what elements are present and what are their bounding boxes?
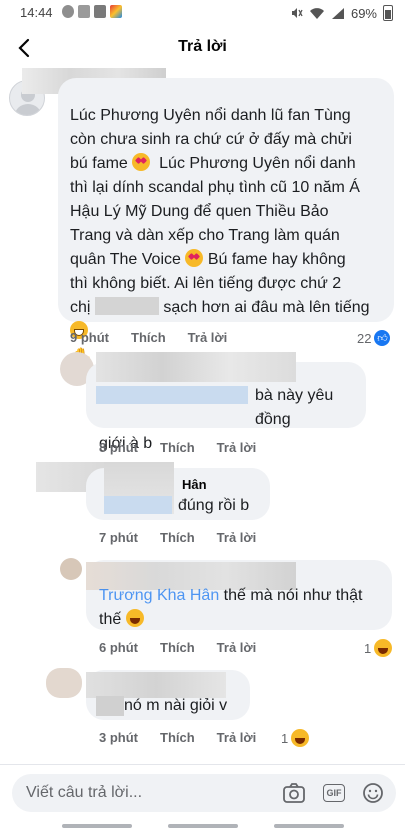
comment-text: nó m nài giỏi v <box>124 697 228 714</box>
color-app-icon <box>110 5 122 18</box>
reaction-summary[interactable]: 1 <box>364 639 393 657</box>
like-button[interactable]: Thích <box>160 730 195 745</box>
comment-text: Trương Kha Hân thế mà nói như thật thế <box>99 584 389 632</box>
blurred-word <box>94 297 159 315</box>
comment-time: 9 phút <box>70 330 109 345</box>
comment-line: Trang và dàn xếp cho Trang làm quán <box>70 227 340 244</box>
comment-actions: 3 phút Thích Trả lời <box>99 730 256 745</box>
comment-line: thì không biết. Ai lên tiếng được chứ 2 <box>70 275 342 292</box>
like-button[interactable]: Thích <box>160 640 195 655</box>
comment-fragment: Bú fame hay không <box>207 251 346 268</box>
like-button[interactable]: Thích <box>160 440 195 455</box>
emoji-icon <box>363 783 383 803</box>
reply-button[interactable]: Trả lời <box>217 530 257 545</box>
comment-line: Lúc Phương Uyên nổi danh lũ fan Tùng <box>70 107 351 124</box>
gif-button[interactable]: GIF <box>322 781 346 805</box>
comment-time: 3 phút <box>99 730 138 745</box>
comment-line: Hậu Lý Mỹ Dung để quen Thiều Bảo <box>70 203 329 220</box>
camera-button[interactable] <box>282 781 306 805</box>
gif-icon: GIF <box>323 784 345 802</box>
emoji-button[interactable] <box>361 781 385 805</box>
mute-icon <box>291 8 303 18</box>
system-nav-bar <box>0 820 405 833</box>
laugh-emoji <box>374 639 393 657</box>
blurred-avatar <box>46 668 82 698</box>
reaction-summary[interactable]: 1 <box>281 729 310 747</box>
comment-fragment: thế <box>99 611 122 628</box>
heart-eyes-emoji <box>132 153 151 171</box>
comment-text: đúng rồi b <box>178 497 250 514</box>
nav-indicator <box>168 824 238 828</box>
status-indicators: 69% <box>289 5 393 21</box>
blurred-mention <box>104 496 172 514</box>
page-title: Trả lời <box>178 38 227 55</box>
laugh-emoji <box>291 729 310 747</box>
comment-fragment: Lúc Phương Uyên nổi danh <box>159 155 356 172</box>
author-name-fragment[interactable]: Hân <box>182 477 207 492</box>
comment-fragment: sạch hơn ai đâu mà lên tiếng <box>163 299 370 316</box>
like-button[interactable]: Thích <box>131 330 166 345</box>
heart-eyes-emoji <box>185 249 204 267</box>
battery-percent: 69% <box>350 5 377 21</box>
comment-time: 8 phút <box>99 440 138 455</box>
reply-button[interactable]: Trả lời <box>217 640 257 655</box>
blurred-mention <box>96 696 124 716</box>
nav-indicator <box>274 824 344 828</box>
reaction-count: 1 <box>364 640 372 656</box>
blurred-author-name <box>96 352 296 382</box>
like-icon: 👍︎ <box>374 330 391 346</box>
comment-line: thế <box>99 608 389 632</box>
app-icon <box>94 5 106 18</box>
messenger-icon <box>62 5 74 18</box>
gallery-icon <box>78 5 90 18</box>
comment-line: bà này yêu đồng <box>255 387 334 428</box>
reaction-summary[interactable]: 22 👍︎ <box>357 330 391 346</box>
mention-link[interactable]: Trương Kha Hân <box>99 587 219 604</box>
battery-icon <box>383 5 393 21</box>
camera-icon <box>283 783 305 803</box>
reply-button[interactable]: Trả lời <box>217 730 257 745</box>
comment-fragment: chị <box>70 299 91 316</box>
reply-button[interactable]: Trả lời <box>188 330 228 345</box>
comment-line: Trương Kha Hân thế mà nói như thật <box>99 584 389 608</box>
avatar[interactable] <box>60 558 82 580</box>
comment-fragment: bú fame <box>70 155 128 172</box>
nav-indicator <box>62 824 132 828</box>
status-app-icons <box>62 5 122 18</box>
reaction-count: 22 <box>357 330 372 346</box>
comment-actions: 7 phút Thích Trả lời <box>99 530 256 545</box>
wifi-icon <box>309 7 324 19</box>
laugh-emoji <box>125 609 144 627</box>
comment-actions: 6 phút Thích Trả lời <box>99 640 256 655</box>
comment-line: còn chưa sinh ra chứ cứ ở đấy mà chửi <box>70 131 352 148</box>
comment-fragment: quân The Voice <box>70 251 181 268</box>
like-button[interactable]: Thích <box>160 530 195 545</box>
comment-time: 6 phút <box>99 640 138 655</box>
comment-text: Lúc Phương Uyên nổi danh lũ fan Tùng còn… <box>70 104 390 368</box>
header: Trả lời <box>0 26 405 70</box>
status-bar: 14:44 69% <box>0 0 405 26</box>
comment-line: quân The Voice Bú fame hay không <box>70 248 390 272</box>
comment-actions: 9 phút Thích Trả lời <box>70 330 227 345</box>
status-time: 14:44 <box>20 5 53 20</box>
reply-button[interactable]: Trả lời <box>217 440 257 455</box>
comment-actions: 8 phút Thích Trả lời <box>99 440 256 455</box>
comment-time: 7 phút <box>99 530 138 545</box>
comment-fragment: thế mà nói như thật <box>223 587 363 604</box>
reaction-count: 1 <box>281 730 289 746</box>
comment-line: thì lại dính scandal phụ tình cũ 10 năm … <box>70 179 360 196</box>
reply-composer: GIF <box>0 764 405 820</box>
comment-line: bú fame Lúc Phương Uyên nổi danh <box>70 152 390 176</box>
signal-icon <box>331 7 344 19</box>
